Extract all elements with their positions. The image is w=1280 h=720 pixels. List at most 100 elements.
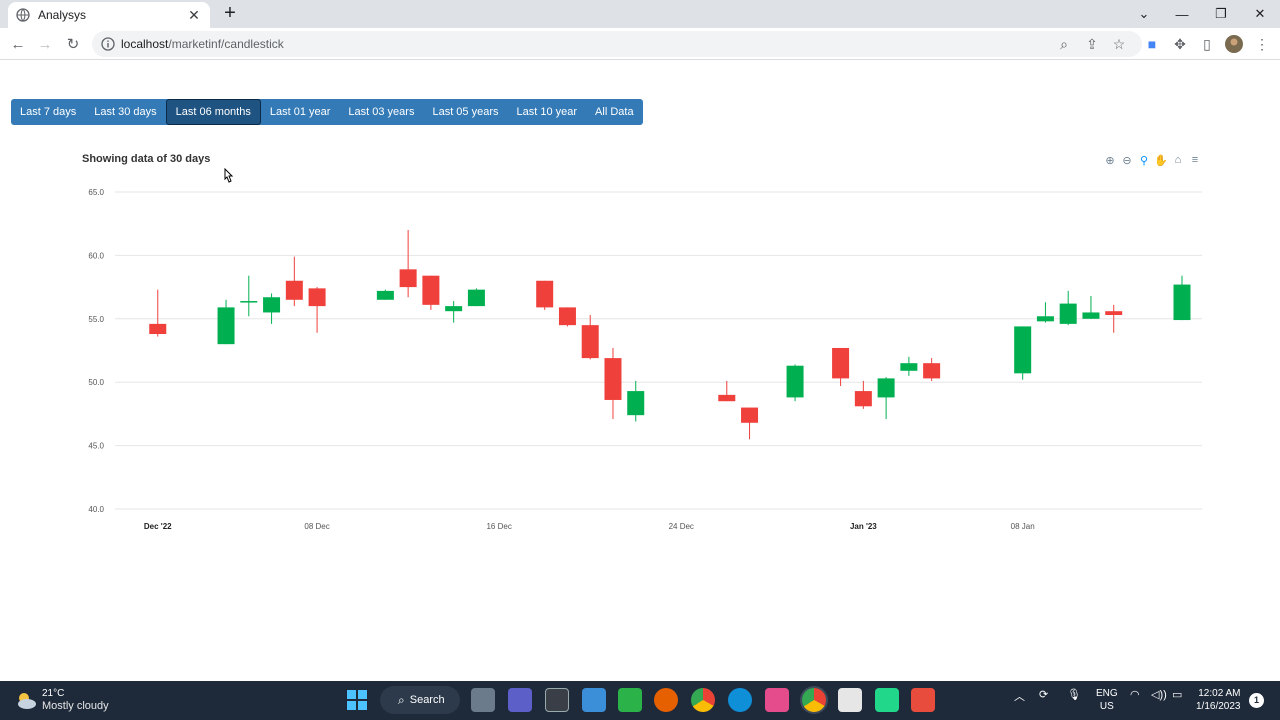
task-view-icon[interactable]	[471, 688, 495, 712]
reload-button[interactable]: ↻	[61, 32, 85, 56]
chrome-icon[interactable]	[691, 688, 715, 712]
candle-body-up	[627, 391, 645, 416]
candle-body-down	[1105, 311, 1123, 315]
candle-body-up	[786, 365, 804, 398]
weather-temperature: 21°C	[42, 688, 65, 699]
system-clock[interactable]: 12:02 AM 1/16/2023	[1196, 687, 1241, 713]
intellij-icon[interactable]	[765, 688, 789, 712]
edge-icon[interactable]	[728, 688, 752, 712]
candle-body-up	[240, 301, 258, 303]
weather-description: Mostly cloudy	[42, 700, 109, 712]
browser-tab[interactable]: Analysys ✕	[8, 2, 210, 28]
new-tab-button[interactable]: +	[220, 3, 240, 24]
tray-overflow-icon[interactable]: ︿	[1014, 688, 1025, 704]
candle-body-up	[900, 363, 918, 371]
windows-taskbar: 21°C Mostly cloudy ⌕ Search ︿ ⟳ 🎙︎ ENG U…	[0, 681, 1280, 720]
candle-body-down	[741, 407, 759, 423]
candle-body-up	[445, 306, 463, 312]
candle-body-down	[923, 363, 941, 379]
candle-body-down	[581, 325, 599, 359]
candle-body-down	[285, 280, 303, 300]
lang-top: ENG	[1096, 688, 1118, 699]
candle-body-up	[877, 378, 895, 398]
url-host: localhost	[121, 37, 169, 51]
tab-search-icon[interactable]: ⌄	[1124, 0, 1164, 28]
y-tick-label: 65.0	[88, 188, 104, 197]
refresh-tray-icon[interactable]: ⟳	[1039, 688, 1048, 701]
start-windows-icon[interactable]	[345, 688, 369, 712]
candle-body-down	[558, 307, 576, 326]
teams-chat-icon[interactable]	[508, 688, 532, 712]
address-bar[interactable]: localhost/marketinf/candlestick	[92, 31, 1142, 57]
close-tab-icon[interactable]: ✕	[186, 7, 202, 24]
snipping-tool-icon[interactable]	[545, 688, 569, 712]
candle-body-down	[399, 269, 417, 288]
candle-body-up	[1059, 303, 1077, 324]
translate-extension-icon[interactable]: ■	[1140, 32, 1164, 56]
candle-body-up	[263, 297, 281, 313]
clock-date: 1/16/2023	[1196, 701, 1241, 712]
y-tick-label: 50.0	[88, 378, 104, 387]
page-content: Last 7 days Last 30 days Last 06 months Las…	[0, 61, 1280, 681]
mouse-pointer-icon	[222, 167, 234, 189]
x-tick-label: Dec '22	[144, 522, 172, 531]
language-indicator[interactable]: ENG US	[1096, 687, 1118, 713]
extensions-puzzle-icon[interactable]: ✥	[1168, 32, 1192, 56]
minimize-button[interactable]: —	[1162, 0, 1202, 28]
x-tick-label: 08 Dec	[304, 522, 329, 531]
app-red-icon[interactable]	[911, 688, 935, 712]
microphone-icon[interactable]: 🎙︎	[1067, 688, 1081, 701]
close-window-button[interactable]: ✕	[1240, 0, 1280, 28]
zoom-icon[interactable]: ⌕	[1052, 32, 1076, 56]
url-text: localhost/marketinf/candlestick	[121, 37, 284, 51]
y-tick-label: 40.0	[88, 505, 104, 514]
y-tick-label: 45.0	[88, 442, 104, 451]
clion-icon[interactable]	[875, 688, 899, 712]
site-info-icon[interactable]	[100, 36, 116, 52]
search-icon: ⌕	[398, 692, 405, 707]
candle-body-down	[604, 358, 622, 400]
x-tick-label: 24 Dec	[669, 522, 694, 531]
globe-icon	[16, 8, 30, 22]
clock-time: 12:02 AM	[1198, 688, 1241, 699]
x-tick-label: 16 Dec	[486, 522, 511, 531]
restore-button[interactable]: ❐	[1201, 0, 1241, 28]
candle-body-up	[1082, 312, 1100, 319]
wechat-icon[interactable]	[618, 688, 642, 712]
share-icon[interactable]: ⇪	[1080, 32, 1104, 56]
candle-body-down	[718, 394, 736, 402]
taskbar-search[interactable]: ⌕ Search	[380, 686, 460, 714]
candle-body-down	[536, 280, 554, 308]
candle-body-down	[832, 347, 850, 379]
wifi-icon[interactable]: ◠	[1130, 688, 1140, 701]
firefox-icon[interactable]	[654, 688, 678, 712]
search-label: Search	[409, 694, 445, 706]
candle-body-up	[1173, 284, 1191, 321]
forward-button[interactable]: →	[33, 32, 57, 56]
browser-toolbar: ← → ↻ localhost/marketinf/candlestick ⌕ …	[0, 28, 1280, 60]
x-tick-label: 08 Jan	[1011, 522, 1035, 531]
x-tick-label: Jan '23	[850, 522, 877, 531]
side-panel-icon[interactable]: ▯	[1195, 32, 1219, 56]
browser-menu-icon[interactable]: ⋮	[1250, 32, 1274, 56]
volume-icon[interactable]: ◁))	[1151, 688, 1167, 701]
bookmark-star-icon[interactable]: ☆	[1107, 32, 1131, 56]
cloudy-weather-icon	[18, 693, 36, 709]
chrome-active-icon[interactable]	[802, 688, 826, 712]
profile-avatar[interactable]	[1222, 32, 1246, 56]
candle-body-up	[467, 289, 485, 307]
url-path: /marketinf/candlestick	[168, 37, 284, 51]
lang-bottom: US	[1099, 701, 1114, 712]
candle-body-down	[308, 288, 326, 307]
weather-widget[interactable]: 21°C Mostly cloudy	[14, 687, 109, 713]
y-tick-label: 55.0	[88, 315, 104, 324]
battery-icon[interactable]: ▭	[1172, 688, 1182, 701]
candle-body-down	[149, 323, 167, 335]
candle-body-up	[376, 290, 394, 300]
back-button[interactable]: ←	[6, 32, 30, 56]
candle-body-down	[422, 275, 440, 305]
file-explorer-icon[interactable]	[582, 688, 606, 712]
candlestick-chart: 40.0 45.0 50.0 55.0 60.0 65.0 Dec '22 08 Dec 16 …	[88, 188, 1202, 531]
notepad-plus-icon[interactable]	[838, 688, 862, 712]
notification-badge[interactable]: 1	[1249, 693, 1264, 708]
